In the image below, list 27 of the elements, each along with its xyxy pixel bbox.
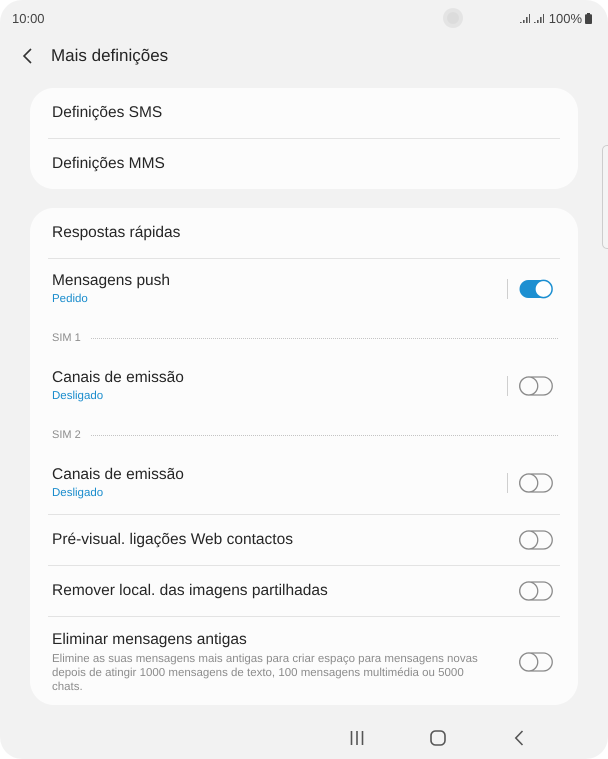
setting-title[interactable]: Canais de emissão bbox=[52, 465, 499, 485]
toggle-switch[interactable] bbox=[519, 652, 553, 672]
setting-title[interactable]: Remover local. das imagens partilhadas bbox=[52, 581, 519, 601]
settings-item[interactable]: Definições MMS bbox=[30, 139, 578, 189]
toggle-switch[interactable] bbox=[519, 581, 553, 601]
setting-status: Pedido bbox=[52, 292, 89, 307]
toggle-switch[interactable] bbox=[519, 279, 553, 299]
battery-icon bbox=[585, 12, 592, 24]
setting-description: Elimine as suas mensagens mais antigas para criar espaço para mensagens novas depois de atingir 1000 mensagens de texto, 100 mensagens multimédia ou 5000 chats. bbox=[52, 652, 479, 694]
section-header: SIM 2 bbox=[52, 429, 81, 441]
section-header: SIM 1 bbox=[52, 332, 81, 344]
toggle-switch[interactable] bbox=[519, 376, 553, 396]
battery-percent: 100% bbox=[548, 10, 582, 26]
settings-item[interactable]: Definições SMS bbox=[30, 88, 578, 138]
status-time: 10:00 bbox=[12, 10, 45, 26]
setting-title[interactable]: Mensagens push bbox=[52, 271, 499, 291]
setting-status: Desligado bbox=[52, 486, 104, 501]
signal-icon bbox=[518, 13, 530, 23]
toggle-switch[interactable] bbox=[519, 473, 553, 493]
toggle-switch[interactable] bbox=[519, 530, 553, 550]
page-title: Mais definições bbox=[51, 46, 168, 66]
setting-title[interactable]: Eliminar mensagens antigas bbox=[52, 630, 519, 650]
signal-icon bbox=[532, 13, 544, 23]
settings-item[interactable]: Respostas rápidas bbox=[30, 208, 578, 258]
setting-title[interactable]: Canais de emissão bbox=[52, 368, 499, 388]
setting-title[interactable]: Pré-visual. ligações Web contactos bbox=[52, 530, 519, 550]
setting-status: Desligado bbox=[52, 389, 104, 404]
